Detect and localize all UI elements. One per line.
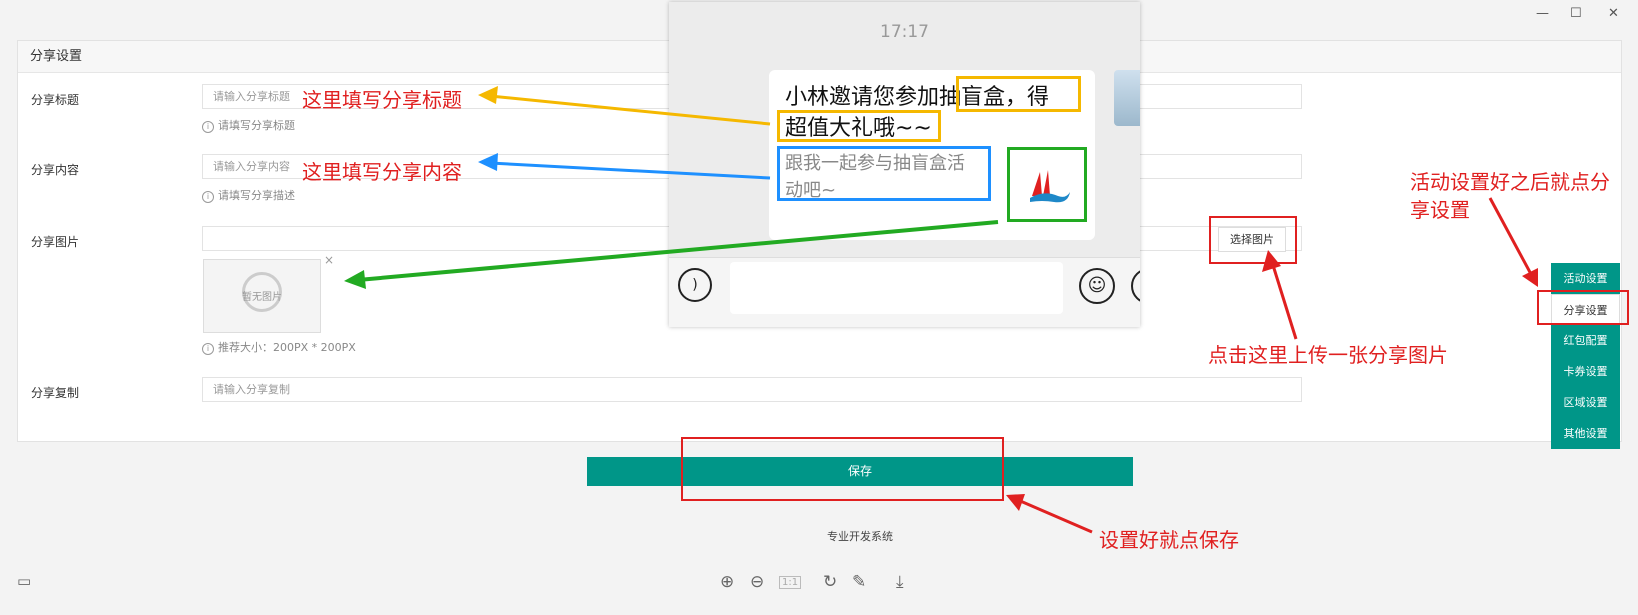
title-arrow xyxy=(489,94,771,126)
sidebar-arrow xyxy=(1488,197,1534,277)
annotation-sidebar-line2: 享设置 xyxy=(1410,198,1470,222)
annotation-arrows xyxy=(344,86,1538,534)
rotate-icon[interactable]: ↻ xyxy=(823,572,837,592)
zoom-out-icon[interactable]: ⊖ xyxy=(750,572,764,592)
image-arrow xyxy=(357,220,999,282)
sidebar-share-highlight xyxy=(1537,290,1629,325)
annotation-title: 这里填写分享标题 xyxy=(302,88,462,112)
zoom-in-icon[interactable]: ⊕ xyxy=(720,572,734,592)
image-arrowhead xyxy=(344,270,366,289)
title-arrowhead xyxy=(478,86,498,104)
annotation-save: 设置好就点保存 xyxy=(1099,528,1239,552)
annotation-sidebar-line1: 活动设置好之后就点分 xyxy=(1410,170,1610,194)
edit-icon[interactable]: ✎ xyxy=(852,572,866,592)
annotation-content: 这里填写分享内容 xyxy=(302,160,462,184)
download-icon[interactable]: ⤓ xyxy=(896,572,904,592)
actual-size-icon[interactable]: 1:1 xyxy=(779,576,802,589)
viewer-toolbar: ▭ ⊕ ⊖ 1:1 ↻ ✎ ⤓ xyxy=(0,560,1638,615)
layout-icon[interactable]: ▭ xyxy=(17,572,31,590)
content-arrowhead xyxy=(478,153,498,171)
save-highlight xyxy=(681,437,1004,501)
annotation-upload: 点击这里上传一张分享图片 xyxy=(1208,343,1448,367)
upload-arrow xyxy=(1270,261,1298,340)
save-arrow xyxy=(1017,498,1093,534)
select-image-highlight xyxy=(1209,216,1297,264)
content-arrow xyxy=(489,161,771,180)
